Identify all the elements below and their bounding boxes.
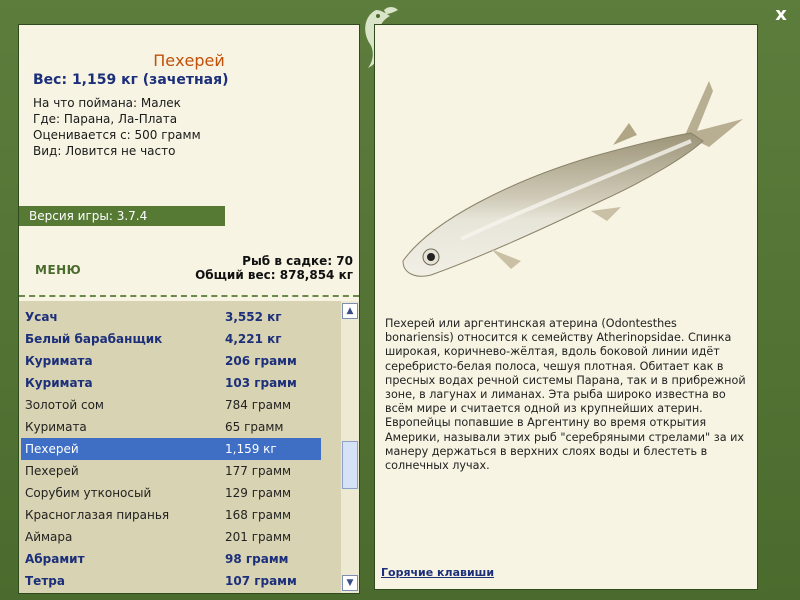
list-item-weight: 177 грамм xyxy=(225,464,292,478)
hotkeys-link[interactable]: Горячие клавиши xyxy=(381,566,494,579)
bait-info: На что поймана: Малек xyxy=(33,96,181,110)
arrow-up-icon: ▲ xyxy=(346,306,354,316)
list-item[interactable]: Пехерей 1,159 кг xyxy=(21,438,321,460)
list-item-weight: 103 грамм xyxy=(225,376,297,390)
list-item-name: Аймара xyxy=(25,530,73,544)
version-bar: Версия игры: 3.7.4 xyxy=(19,206,225,226)
list-scrollbar[interactable]: ▲ ▼ xyxy=(341,301,359,593)
menu-button[interactable]: МЕНЮ xyxy=(35,263,81,277)
list-item-name: Куримата xyxy=(25,420,87,434)
fish-description: Пехерей или аргентинская атерина (Odonte… xyxy=(385,317,746,473)
list-item-name: Усач xyxy=(25,310,58,324)
list-item[interactable]: Аймара 201 грамм xyxy=(21,526,321,548)
list-item-weight: 3,552 кг xyxy=(225,310,282,324)
arrow-down-icon: ▼ xyxy=(346,578,354,588)
list-item-weight: 98 грамм xyxy=(225,552,289,566)
list-item-name: Белый барабанщик xyxy=(25,332,163,346)
catch-panel: Пехерей Вес: 1,159 кг (зачетная) На что … xyxy=(18,24,360,594)
list-item[interactable]: Тетра 107 грамм xyxy=(21,570,321,592)
value-info: Оценивается с: 500 грамм xyxy=(33,128,201,142)
list-item-name: Сорубим утконосый xyxy=(25,486,152,500)
list-item-name: Красноглазая пиранья xyxy=(25,508,170,522)
catch-stats: Рыб в садке: 70 Общий вес: 878,854 кг xyxy=(195,254,353,282)
fish-title: Пехерей xyxy=(153,51,225,70)
list-item-weight: 1,159 кг xyxy=(225,442,277,456)
list-item[interactable]: Сорубим утконосый 129 грамм xyxy=(21,482,321,504)
catch-list: Усач 3,552 кг Белый барабанщик 4,221 кг Кури… xyxy=(19,301,341,593)
list-item-weight: 129 грамм xyxy=(225,486,292,500)
list-item-weight: 784 грамм xyxy=(225,398,292,412)
location-info: Где: Парана, Ла-Плата xyxy=(33,112,178,126)
list-item[interactable]: Куримата 206 грамм xyxy=(21,350,321,372)
list-item[interactable]: Куримата 65 грамм xyxy=(21,416,321,438)
list-item-name: Куримата xyxy=(25,376,93,390)
list-item[interactable]: Белый барабанщик 4,221 кг xyxy=(21,328,321,350)
list-item-name: Пехерей xyxy=(25,442,79,456)
list-item[interactable]: Пехерей 177 грамм xyxy=(21,460,321,482)
divider xyxy=(19,295,359,297)
list-item-weight: 107 грамм xyxy=(225,574,297,588)
fish-count: Рыб в садке: 70 xyxy=(242,254,353,268)
list-item-weight: 4,221 кг xyxy=(225,332,282,346)
list-item[interactable]: Куримата 103 грамм xyxy=(21,372,321,394)
list-item-name: Пехерей xyxy=(25,464,79,478)
list-item-name: Абрамит xyxy=(25,552,85,566)
list-item[interactable]: Золотой сом 784 грамм xyxy=(21,394,321,416)
scroll-up-button[interactable]: ▲ xyxy=(342,303,358,319)
kind-info: Вид: Ловится не часто xyxy=(33,144,176,158)
list-item-weight: 206 грамм xyxy=(225,354,297,368)
close-icon: x xyxy=(775,4,787,25)
list-item-name: Куримата xyxy=(25,354,93,368)
list-item[interactable]: Абрамит 98 грамм xyxy=(21,548,321,570)
fish-illustration xyxy=(402,81,743,277)
total-weight: Общий вес: 878,854 кг xyxy=(195,268,353,282)
list-item-name: Тетра xyxy=(25,574,65,588)
scroll-down-button[interactable]: ▼ xyxy=(342,575,358,591)
list-item-name: Золотой сом xyxy=(25,398,104,412)
fish-description-panel: Пехерей или аргентинская атерина (Odonte… xyxy=(374,24,758,590)
list-item-weight: 65 грамм xyxy=(225,420,284,434)
list-item[interactable]: Красноглазая пиранья 168 грамм xyxy=(21,504,321,526)
list-item-weight: 201 грамм xyxy=(225,530,292,544)
close-button[interactable]: x xyxy=(772,6,790,24)
scroll-thumb[interactable] xyxy=(342,441,358,489)
list-item-weight: 168 грамм xyxy=(225,508,292,522)
list-item[interactable]: Усач 3,552 кг xyxy=(21,306,321,328)
fish-weight: Вес: 1,159 кг (зачетная) xyxy=(33,72,229,88)
